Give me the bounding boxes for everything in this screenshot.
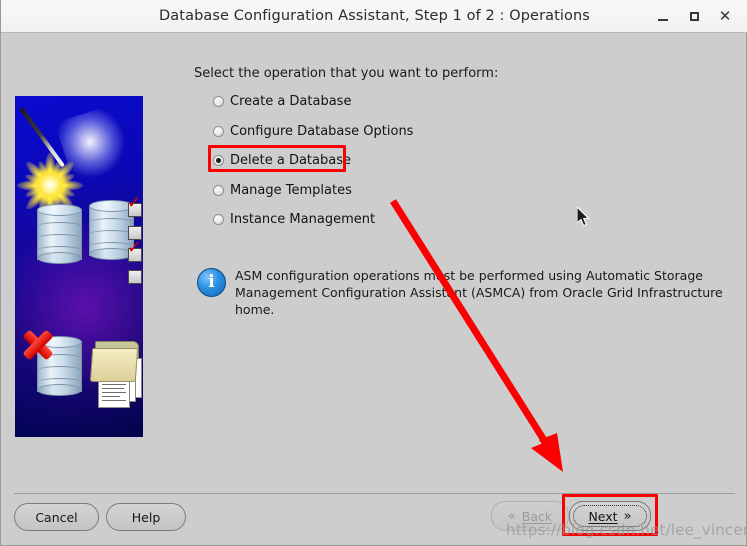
database-cylinder-icon	[37, 204, 82, 266]
radio-indicator[interactable]	[213, 95, 224, 107]
radio-label: Instance Management	[230, 211, 376, 227]
radio-option-create-a-database[interactable]: Create a Database	[213, 92, 351, 110]
wizard-artwork: ✓ ✓	[15, 96, 143, 437]
radio-option-manage-templates[interactable]: Manage Templates	[213, 181, 352, 199]
info-glyph: i	[208, 272, 215, 292]
checkbox-icon	[128, 270, 142, 284]
cancel-button-label: Cancel	[35, 509, 78, 525]
folder-front-icon	[89, 348, 139, 382]
minimize-icon[interactable]	[652, 6, 674, 27]
annotation-highlight-delete	[208, 145, 346, 172]
check-mark-icon: ✓	[127, 238, 142, 258]
help-button[interactable]: Help	[106, 503, 186, 531]
window-title: Database Configuration Assistant, Step 1…	[159, 8, 590, 24]
close-icon[interactable]: ✕	[714, 6, 736, 27]
maximize-icon[interactable]	[683, 6, 705, 27]
radio-label: Configure Database Options	[230, 123, 414, 139]
radio-indicator[interactable]	[213, 184, 224, 196]
delete-x-icon	[21, 328, 55, 362]
info-message: ASM configuration operations must be per…	[235, 267, 735, 318]
radio-option-configure-database-options[interactable]: Configure Database Options	[213, 122, 413, 140]
info-message-line-1: ASM configuration operations must be per…	[235, 268, 703, 283]
radio-option-instance-management[interactable]: Instance Management	[213, 210, 375, 228]
page-title: Select the operation that you want to pe…	[194, 66, 499, 81]
cancel-button[interactable]: Cancel	[14, 503, 99, 531]
radio-label: Create a Database	[230, 93, 352, 109]
radio-indicator[interactable]	[213, 125, 224, 137]
radio-label: Manage Templates	[230, 182, 352, 198]
help-button-label: Help	[131, 509, 161, 525]
check-mark-icon: ✓	[127, 193, 142, 213]
info-message-line-2: Management Configuration Assistant (ASMC…	[235, 285, 723, 317]
title-bar: Database Configuration Assistant, Step 1…	[1, 0, 747, 33]
annotation-arrow	[390, 199, 563, 472]
watermark-text: https://blog.csdn.net/lee_vincent1	[506, 521, 747, 539]
info-icon: i	[197, 268, 226, 297]
dialog-window: Database Configuration Assistant, Step 1…	[0, 0, 747, 546]
radio-indicator[interactable]	[213, 213, 224, 225]
mouse-cursor	[577, 207, 590, 227]
